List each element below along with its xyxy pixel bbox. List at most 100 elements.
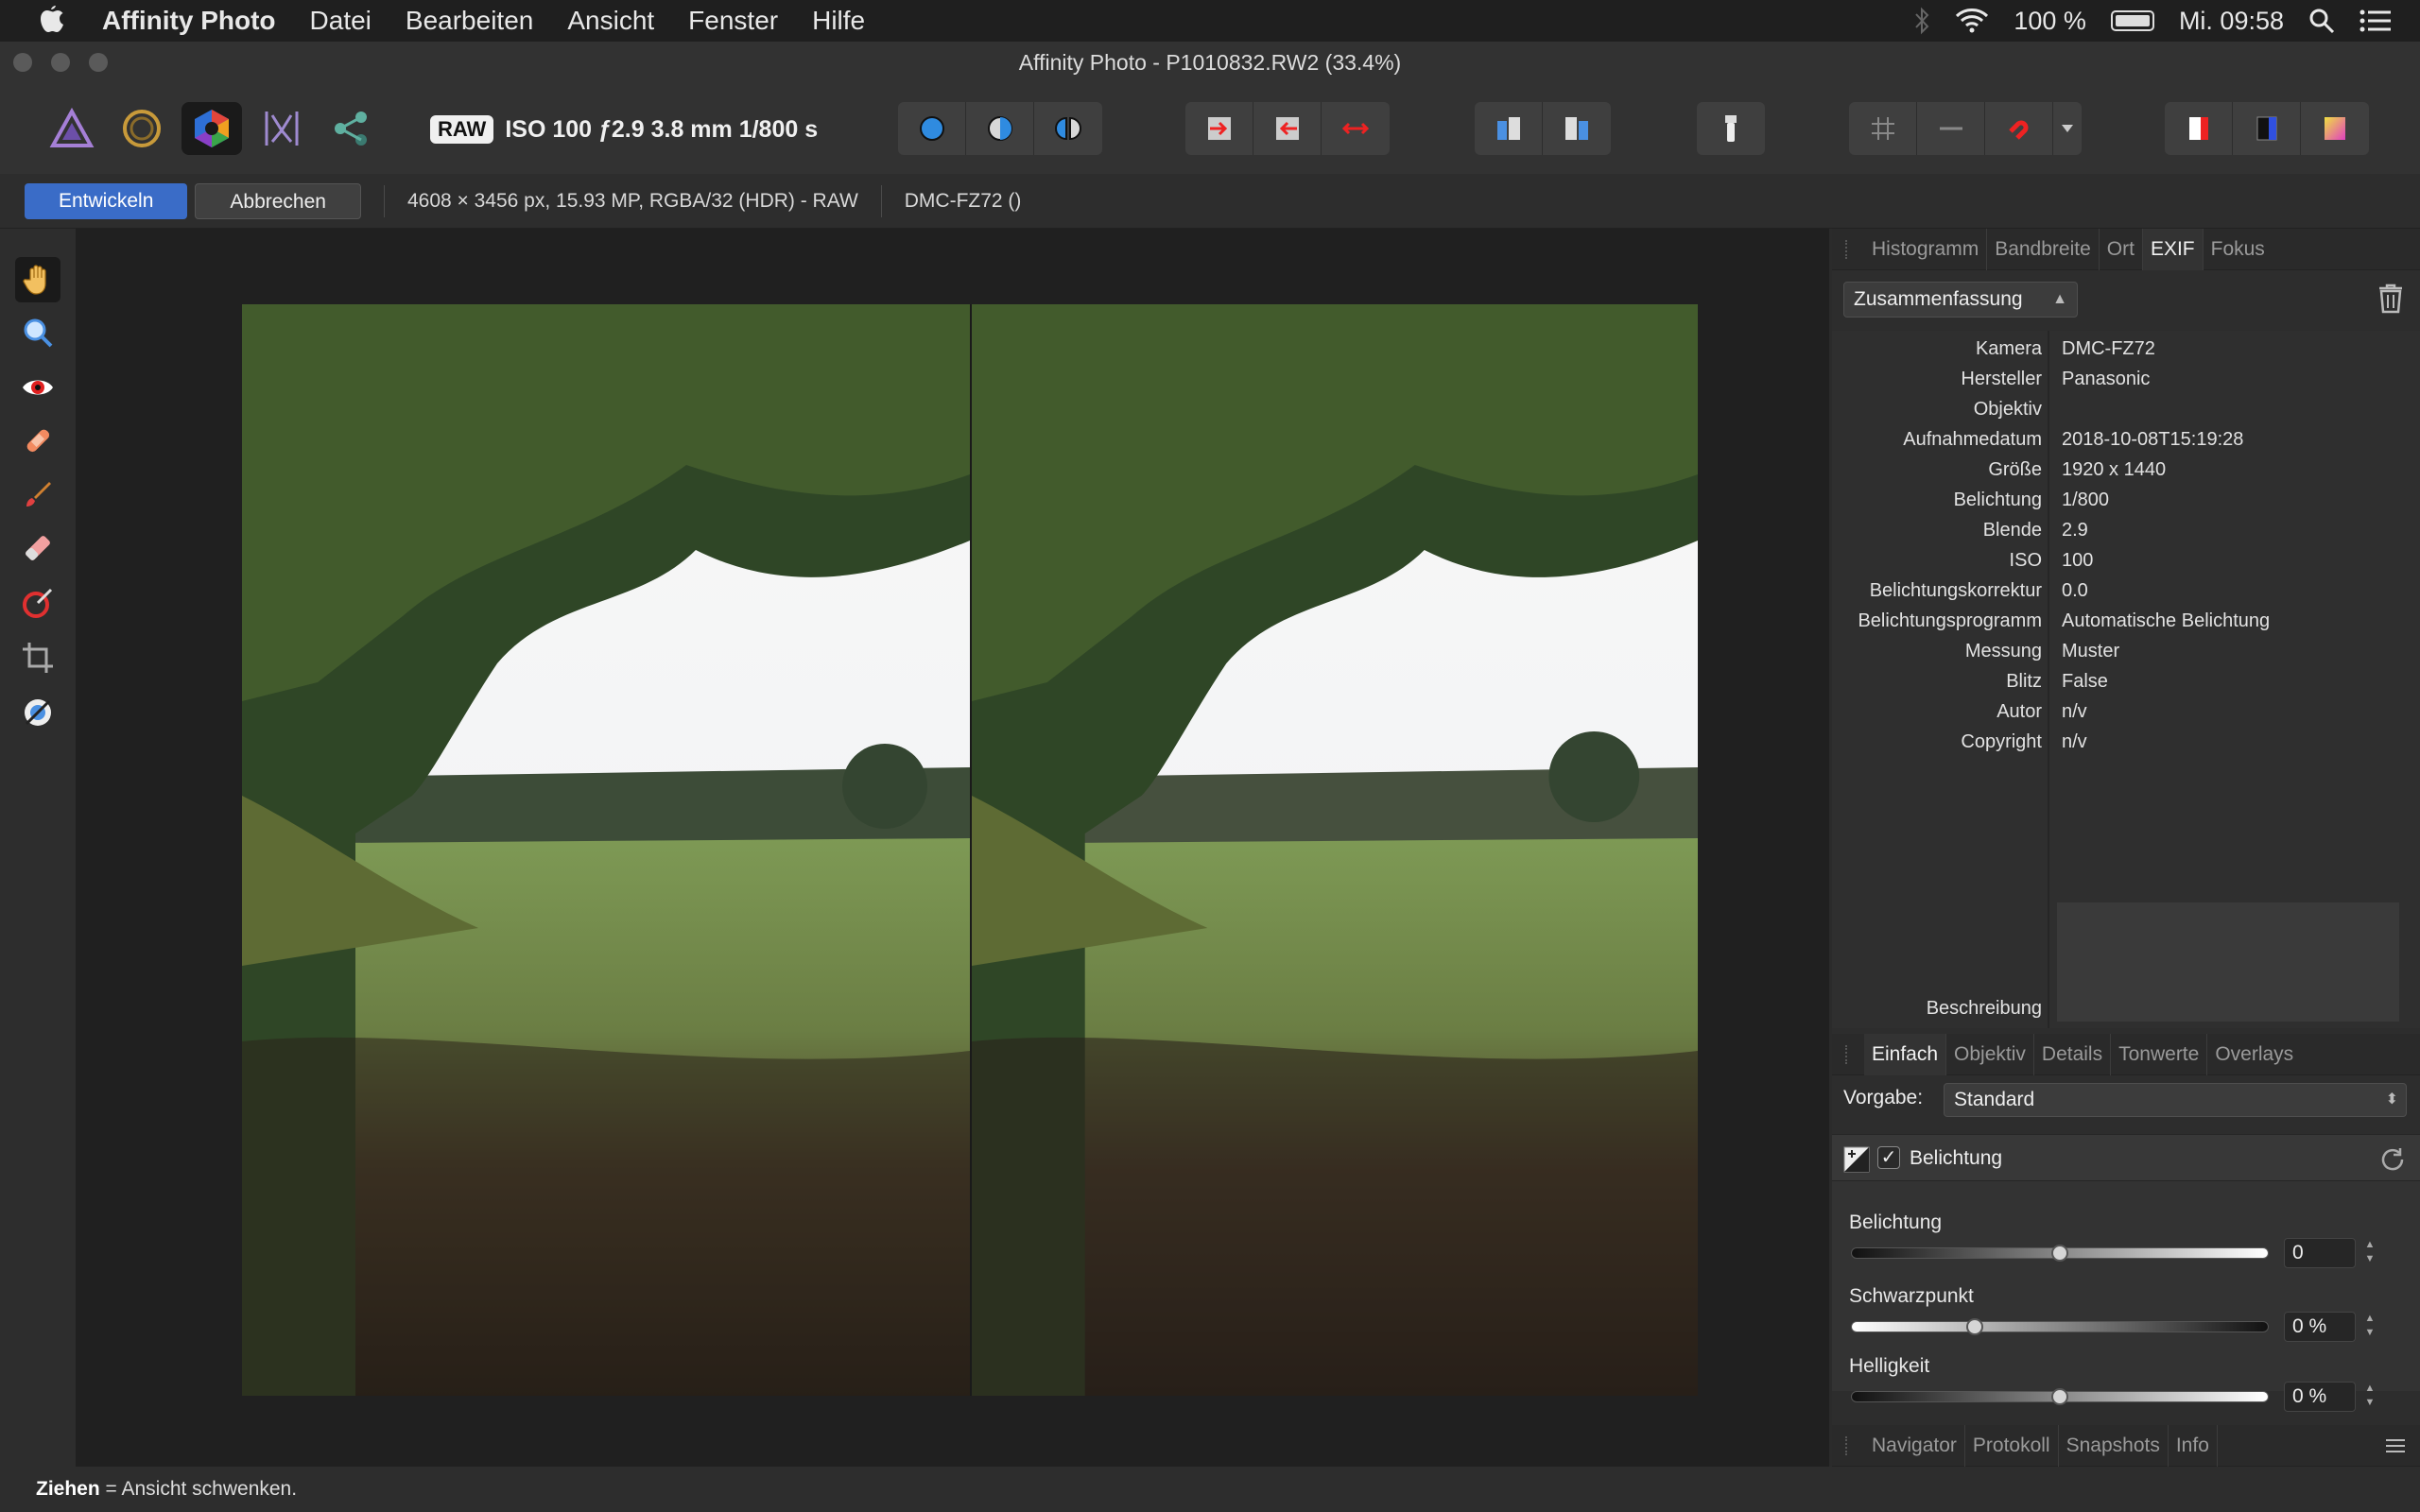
tab-tonwerte[interactable]: Tonwerte: [2111, 1033, 2208, 1075]
swap-button[interactable]: [1322, 102, 1390, 155]
menu-fenster[interactable]: Fenster: [688, 6, 778, 36]
stepper-icon[interactable]: ▲ ▼: [2361, 1238, 2378, 1268]
copy-right-button[interactable]: [1185, 102, 1253, 155]
copy-left-button[interactable]: [1253, 102, 1322, 155]
clipped-shadows-icon[interactable]: [2233, 102, 2301, 155]
close-window-button[interactable]: [13, 53, 32, 72]
slider-track[interactable]: [1851, 1245, 2269, 1262]
develop-persona-icon[interactable]: [182, 102, 242, 155]
context-toolbar: Entwickeln Abbrechen 4608 × 3456 px, 15.…: [0, 174, 2420, 229]
window-title: Affinity Photo - P1010832.RW2 (33.4%): [1018, 50, 1402, 75]
grid-icon[interactable]: [1849, 102, 1917, 155]
menu-ansicht[interactable]: Ansicht: [567, 6, 654, 36]
description-field[interactable]: [2057, 902, 2399, 1022]
slider-track[interactable]: [1851, 1318, 2269, 1335]
overlay-paint-icon[interactable]: [15, 472, 60, 518]
develop-button[interactable]: Entwickeln: [25, 182, 188, 219]
mirror-view-button[interactable]: [1034, 102, 1102, 155]
tab-details[interactable]: Details: [2034, 1033, 2112, 1075]
apple-icon[interactable]: [38, 5, 66, 37]
panel-grip-icon[interactable]: [1845, 1044, 1851, 1064]
stepper-icon[interactable]: ▲ ▼: [2361, 1312, 2378, 1342]
tab-info[interactable]: Info: [2169, 1424, 2218, 1467]
photo-persona-icon[interactable]: [42, 102, 102, 155]
slider-thumb[interactable]: [2051, 1388, 2068, 1405]
status-bar: Ziehen = Ansicht schwenken.: [0, 1467, 2420, 1512]
image-info: 4608 × 3456 px, 15.93 MP, RGBA/32 (HDR) …: [406, 189, 858, 212]
red-eye-icon[interactable]: [15, 365, 60, 410]
slider-thumb[interactable]: [2051, 1245, 2068, 1262]
tab-exif[interactable]: EXIF: [2142, 228, 2204, 270]
tab-einfach[interactable]: Einfach: [1864, 1033, 1947, 1075]
exif-view-select-value: Zusammenfassung: [1854, 288, 2023, 310]
tab-ort[interactable]: Ort: [2100, 228, 2143, 270]
export-persona-icon[interactable]: [321, 102, 382, 155]
single-view-button[interactable]: [898, 102, 966, 155]
crop-icon[interactable]: [15, 635, 60, 680]
zoom-window-button[interactable]: [89, 53, 108, 72]
slider-thumb[interactable]: [1965, 1318, 1983, 1335]
tab-navigator[interactable]: Navigator: [1864, 1424, 1965, 1467]
overlay-gradient-icon[interactable]: [15, 580, 60, 626]
tab-objektiv[interactable]: Objektiv: [1946, 1033, 2034, 1075]
hand-icon[interactable]: [15, 257, 60, 302]
minimize-window-button[interactable]: [51, 53, 70, 72]
tab-fokus[interactable]: Fokus: [2204, 229, 2273, 270]
transfer-group: [1185, 102, 1390, 155]
wifi-icon[interactable]: [1955, 8, 1989, 34]
before-button[interactable]: [1475, 102, 1543, 155]
guides-icon[interactable]: [1917, 102, 1985, 155]
slider-value-input[interactable]: 0 %: [2284, 1312, 2356, 1342]
spotlight-search-icon[interactable]: [2308, 8, 2335, 34]
white-balance-icon[interactable]: [15, 690, 60, 735]
tab-histogramm[interactable]: Histogramm: [1864, 228, 1988, 270]
tab-snapshots[interactable]: Snapshots: [2059, 1424, 2169, 1467]
tone-mapping-persona-icon[interactable]: [251, 102, 312, 155]
notification-center-icon[interactable]: [2360, 9, 2392, 33]
slider-value-input[interactable]: 0: [2284, 1238, 2356, 1268]
panel-grip-icon[interactable]: [1845, 239, 1851, 259]
bluetooth-icon[interactable]: [1913, 7, 1930, 35]
trash-icon[interactable]: [2377, 284, 2405, 314]
menu-bearbeiten[interactable]: Bearbeiten: [406, 6, 533, 36]
tab-protokoll[interactable]: Protokoll: [1965, 1424, 2059, 1467]
photo-after-half[interactable]: [970, 304, 1698, 1396]
magnet-icon[interactable]: [1985, 102, 2053, 155]
exif-key: Belichtungsprogramm: [1858, 610, 2042, 631]
liquify-persona-icon[interactable]: [112, 102, 172, 155]
menu-datei[interactable]: Datei: [310, 6, 372, 36]
photo-before-half[interactable]: [242, 304, 970, 1396]
clock[interactable]: Mi. 09:58: [2179, 7, 2284, 36]
preset-select[interactable]: Standard ⬍: [1944, 1083, 2407, 1117]
slider-value-input[interactable]: 0 %: [2284, 1382, 2356, 1412]
reset-icon[interactable]: [2380, 1147, 2405, 1172]
preset-select-value: Standard: [1954, 1089, 2035, 1110]
exif-view-select[interactable]: Zusammenfassung ▲: [1843, 282, 2078, 318]
panel-menu-icon[interactable]: [2386, 1438, 2409, 1453]
blemish-icon[interactable]: [15, 418, 60, 463]
clipped-tones-icon[interactable]: [2301, 102, 2369, 155]
stepper-icon[interactable]: ▲ ▼: [2361, 1382, 2378, 1412]
exif-row: Autor n/v: [1832, 701, 2420, 731]
canvas[interactable]: [76, 229, 1829, 1467]
cancel-button[interactable]: Abbrechen: [195, 182, 361, 219]
exif-key: ISO: [2009, 550, 2042, 571]
zoom-icon[interactable]: [15, 310, 60, 355]
menu-hilfe[interactable]: Hilfe: [812, 6, 865, 36]
exif-key: Kamera: [1975, 338, 2042, 359]
exif-row: Objektiv: [1832, 399, 2420, 429]
exposure-enabled-checkbox[interactable]: ✓: [1877, 1146, 1900, 1169]
slider-label: Belichtung: [1849, 1211, 1943, 1233]
tab-bandbreite[interactable]: Bandbreite: [1987, 228, 2100, 270]
split-view-button[interactable]: [966, 102, 1034, 155]
clipped-highlights-icon[interactable]: [2165, 102, 2233, 155]
after-button[interactable]: [1543, 102, 1611, 155]
chevron-down-icon[interactable]: [2053, 102, 2082, 155]
slider-track[interactable]: [1851, 1388, 2269, 1405]
tab-overlays[interactable]: Overlays: [2207, 1034, 2301, 1075]
menu-app-name[interactable]: Affinity Photo: [102, 6, 276, 36]
panel-grip-icon[interactable]: [1845, 1435, 1851, 1455]
overlay-erase-icon[interactable]: [15, 525, 60, 571]
battery-icon[interactable]: [2110, 10, 2154, 31]
flashlight-icon[interactable]: [1697, 102, 1765, 155]
